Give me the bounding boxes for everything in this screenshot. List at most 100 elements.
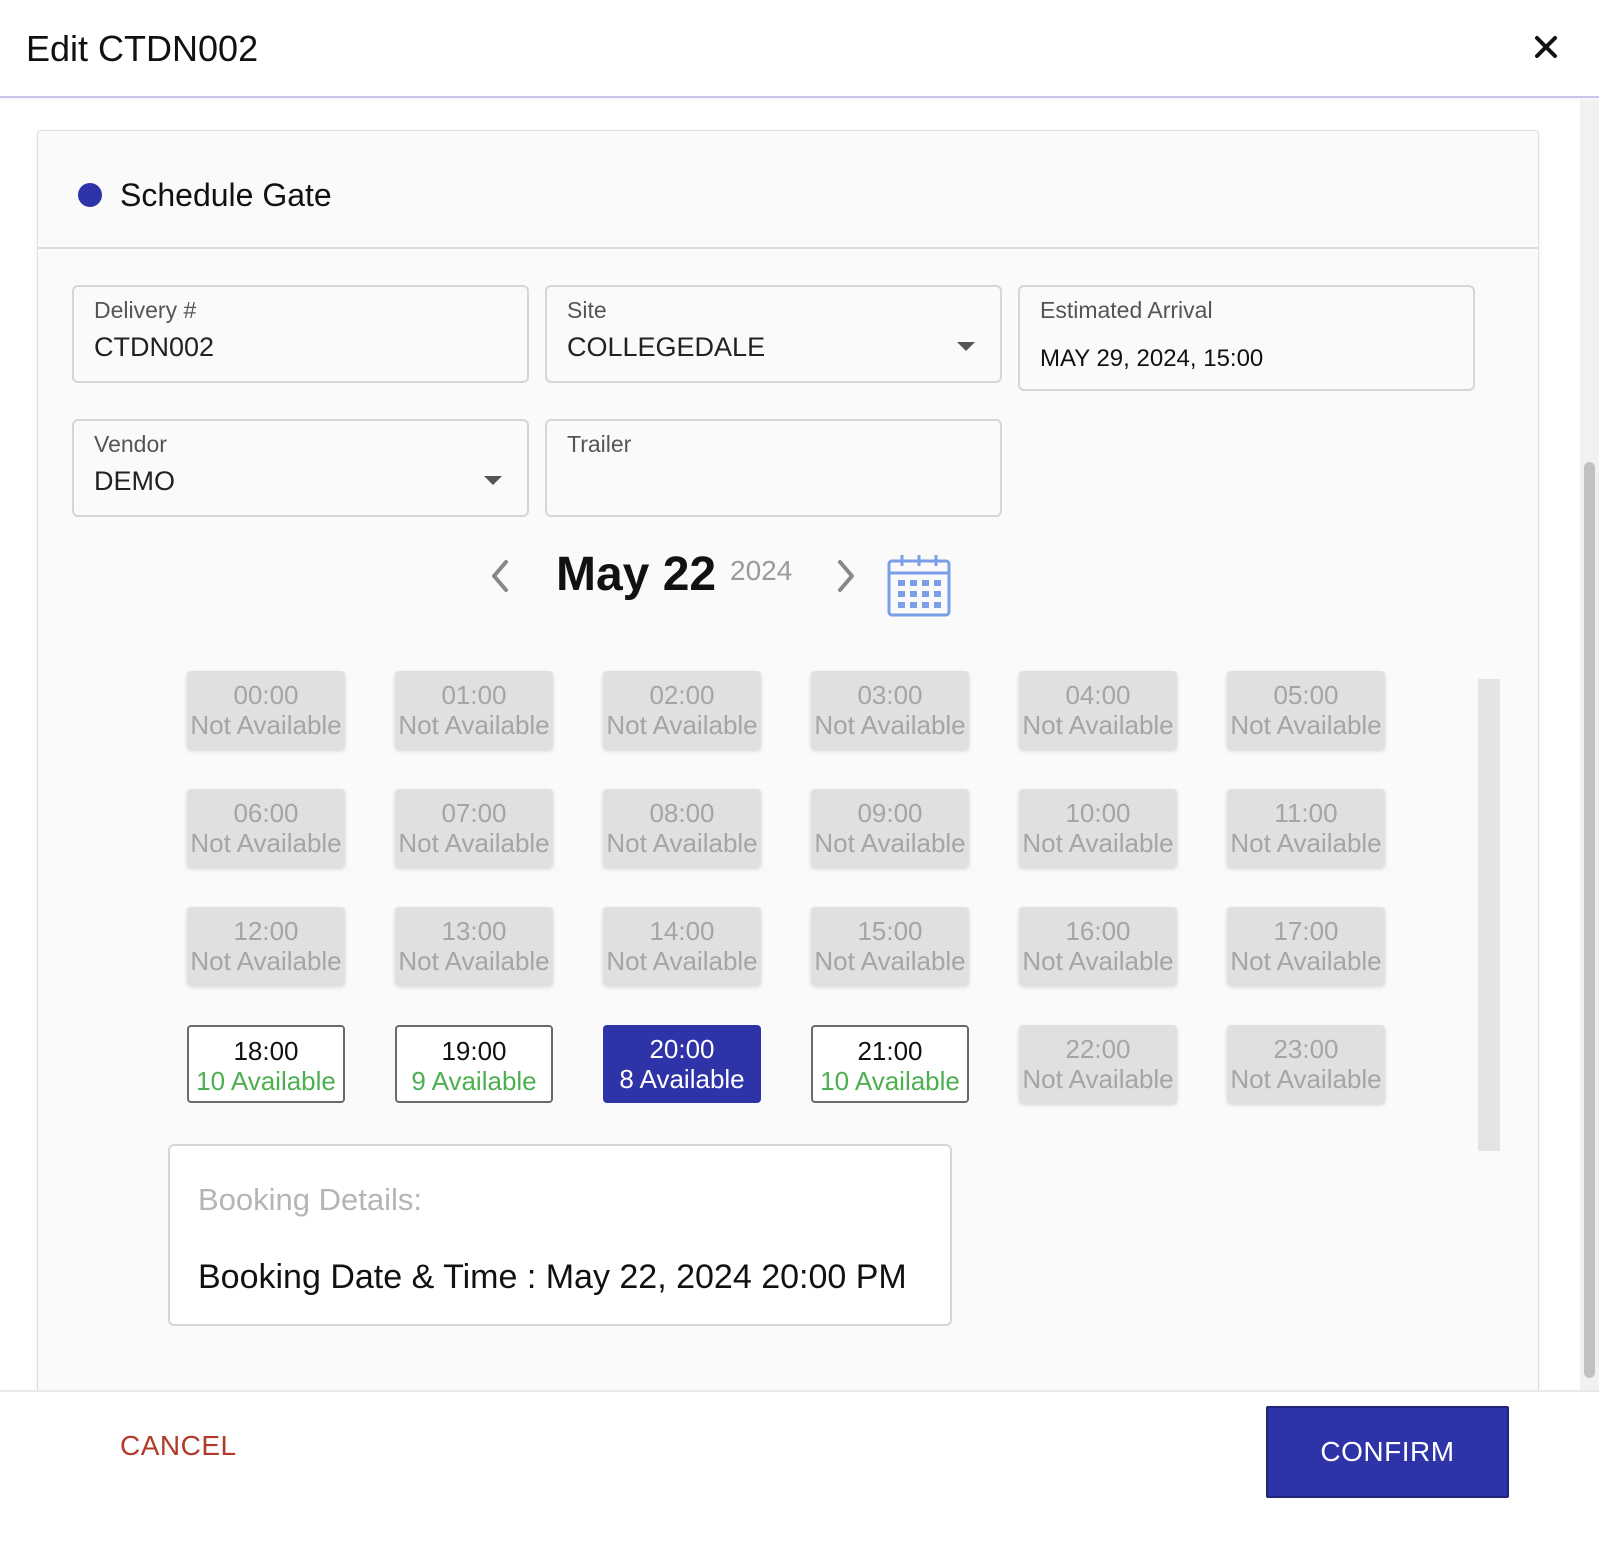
slot-time: 03:00 (857, 680, 923, 710)
time-slot-1300: 13:00 Not Available (395, 907, 553, 985)
delivery-number-label: Delivery # (94, 297, 197, 323)
time-slot-0900: 09:00 Not Available (811, 789, 969, 867)
slot-status: Not Available (814, 946, 966, 976)
vendor-label: Vendor (94, 431, 167, 457)
modal-scroll-thumb[interactable] (1584, 462, 1595, 1378)
slot-status: Not Available (814, 710, 966, 740)
time-slot-1600: 16:00 Not Available (1019, 907, 1177, 985)
site-select[interactable]: Site COLLEGEDALE (545, 285, 1002, 383)
selected-year: 2024 (730, 555, 793, 586)
slot-status: Not Available (814, 828, 966, 858)
trailer-field[interactable]: Trailer (545, 419, 1002, 517)
caret-down-icon (484, 476, 502, 485)
time-slot-2100[interactable]: 21:00 10 Available (811, 1025, 969, 1103)
slot-time: 16:00 (1065, 916, 1131, 946)
slot-time: 04:00 (1065, 680, 1131, 710)
time-slot-2300: 23:00 Not Available (1227, 1025, 1385, 1103)
slot-status: Not Available (190, 828, 342, 858)
slot-time: 12:00 (233, 916, 299, 946)
time-slot-1800[interactable]: 18:00 10 Available (187, 1025, 345, 1103)
slots-scrollbar[interactable] (1478, 679, 1500, 1151)
booking-details-box: Booking Details: Booking Date & Time : M… (168, 1144, 952, 1326)
time-slot-2000[interactable]: 20:00 8 Available (603, 1025, 761, 1103)
estimated-arrival-value: MAY 29, 2024, 15:00 (1040, 345, 1264, 372)
slot-time: 14:00 (649, 916, 715, 946)
slot-time: 21:00 (857, 1036, 923, 1066)
trailer-label: Trailer (567, 431, 632, 457)
modal-scrollbar[interactable] (1580, 100, 1599, 1390)
slot-time: 18:00 (233, 1036, 299, 1066)
slot-status: Not Available (1022, 946, 1174, 976)
time-slot-0000: 00:00 Not Available (187, 671, 345, 749)
modal-footer: CANCEL CONFIRM (0, 1390, 1599, 1544)
slot-time: 13:00 (441, 916, 507, 946)
slot-time: 05:00 (1273, 680, 1339, 710)
caret-down-icon (957, 342, 975, 351)
schedule-gate-card: Schedule Gate Delivery # CTDN002 Site CO… (37, 130, 1539, 1390)
time-slot-1500: 15:00 Not Available (811, 907, 969, 985)
calendar-icon[interactable] (886, 553, 952, 619)
chevron-right-icon[interactable] (830, 556, 860, 596)
slot-time: 09:00 (857, 798, 923, 828)
chevron-left-icon[interactable] (486, 556, 516, 596)
slot-status: Not Available (606, 828, 758, 858)
slot-status: 9 Available (411, 1066, 537, 1096)
slot-time: 15:00 (857, 916, 923, 946)
modal-header: Edit CTDN002 (0, 0, 1599, 98)
time-slot-0300: 03:00 Not Available (811, 671, 969, 749)
slot-status: Not Available (1230, 828, 1382, 858)
slot-time: 02:00 (649, 680, 715, 710)
site-label: Site (567, 297, 607, 323)
slot-time: 10:00 (1065, 798, 1131, 828)
booking-date-time: Booking Date & Time : May 22, 2024 20:00… (198, 1258, 907, 1296)
section-dot-icon (78, 183, 102, 207)
time-slot-0500: 05:00 Not Available (1227, 671, 1385, 749)
selected-date: May 22 (556, 548, 717, 601)
slot-status: Not Available (398, 828, 550, 858)
time-slot-2200: 22:00 Not Available (1019, 1025, 1177, 1103)
slot-status: Not Available (398, 946, 550, 976)
site-value: COLLEGEDALE (567, 332, 766, 362)
slot-time: 00:00 (233, 680, 299, 710)
slot-status: Not Available (606, 946, 758, 976)
slot-status: 10 Available (820, 1066, 960, 1096)
slot-time: 11:00 (1274, 798, 1338, 828)
section-title: Schedule Gate (120, 177, 332, 213)
close-icon[interactable] (1529, 30, 1563, 64)
slot-status: Not Available (1230, 710, 1382, 740)
time-slot-1100: 11:00 Not Available (1227, 789, 1385, 867)
edit-delivery-modal: Edit CTDN002 Schedule Gate Delivery # CT… (0, 0, 1599, 1544)
slot-time: 19:00 (441, 1036, 507, 1066)
time-slot-0200: 02:00 Not Available (603, 671, 761, 749)
modal-title: Edit CTDN002 (26, 28, 259, 69)
estimated-arrival-field[interactable]: Estimated Arrival MAY 29, 2024, 15:00 (1018, 285, 1475, 391)
modal-body: Schedule Gate Delivery # CTDN002 Site CO… (0, 100, 1580, 1390)
slot-time: 17:00 (1273, 916, 1339, 946)
time-slot-0400: 04:00 Not Available (1019, 671, 1177, 749)
confirm-button[interactable]: CONFIRM (1266, 1406, 1509, 1498)
vendor-value: DEMO (94, 466, 175, 496)
slot-status: Not Available (1230, 946, 1382, 976)
estimated-arrival-label: Estimated Arrival (1040, 297, 1213, 323)
time-slot-1400: 14:00 Not Available (603, 907, 761, 985)
slot-status: Not Available (190, 710, 342, 740)
time-slot-0600: 06:00 Not Available (187, 789, 345, 867)
slot-time: 01:00 (441, 680, 507, 710)
cancel-button[interactable]: CANCEL (120, 1430, 237, 1462)
slot-status: Not Available (190, 946, 342, 976)
delivery-number-value: CTDN002 (94, 332, 215, 362)
slot-time: 08:00 (649, 798, 715, 828)
delivery-number-field[interactable]: Delivery # CTDN002 (72, 285, 529, 383)
slot-status: Not Available (1022, 828, 1174, 858)
slot-status: Not Available (398, 710, 550, 740)
booking-details-title: Booking Details: (198, 1182, 423, 1217)
time-slot-1900[interactable]: 19:00 9 Available (395, 1025, 553, 1103)
slot-time: 06:00 (233, 798, 299, 828)
slot-time: 22:00 (1065, 1034, 1131, 1064)
slot-status: 10 Available (196, 1066, 336, 1096)
slot-time: 20:00 (649, 1034, 715, 1064)
vendor-select[interactable]: Vendor DEMO (72, 419, 529, 517)
time-slot-0100: 01:00 Not Available (395, 671, 553, 749)
time-slot-1700: 17:00 Not Available (1227, 907, 1385, 985)
slot-status: Not Available (1022, 710, 1174, 740)
